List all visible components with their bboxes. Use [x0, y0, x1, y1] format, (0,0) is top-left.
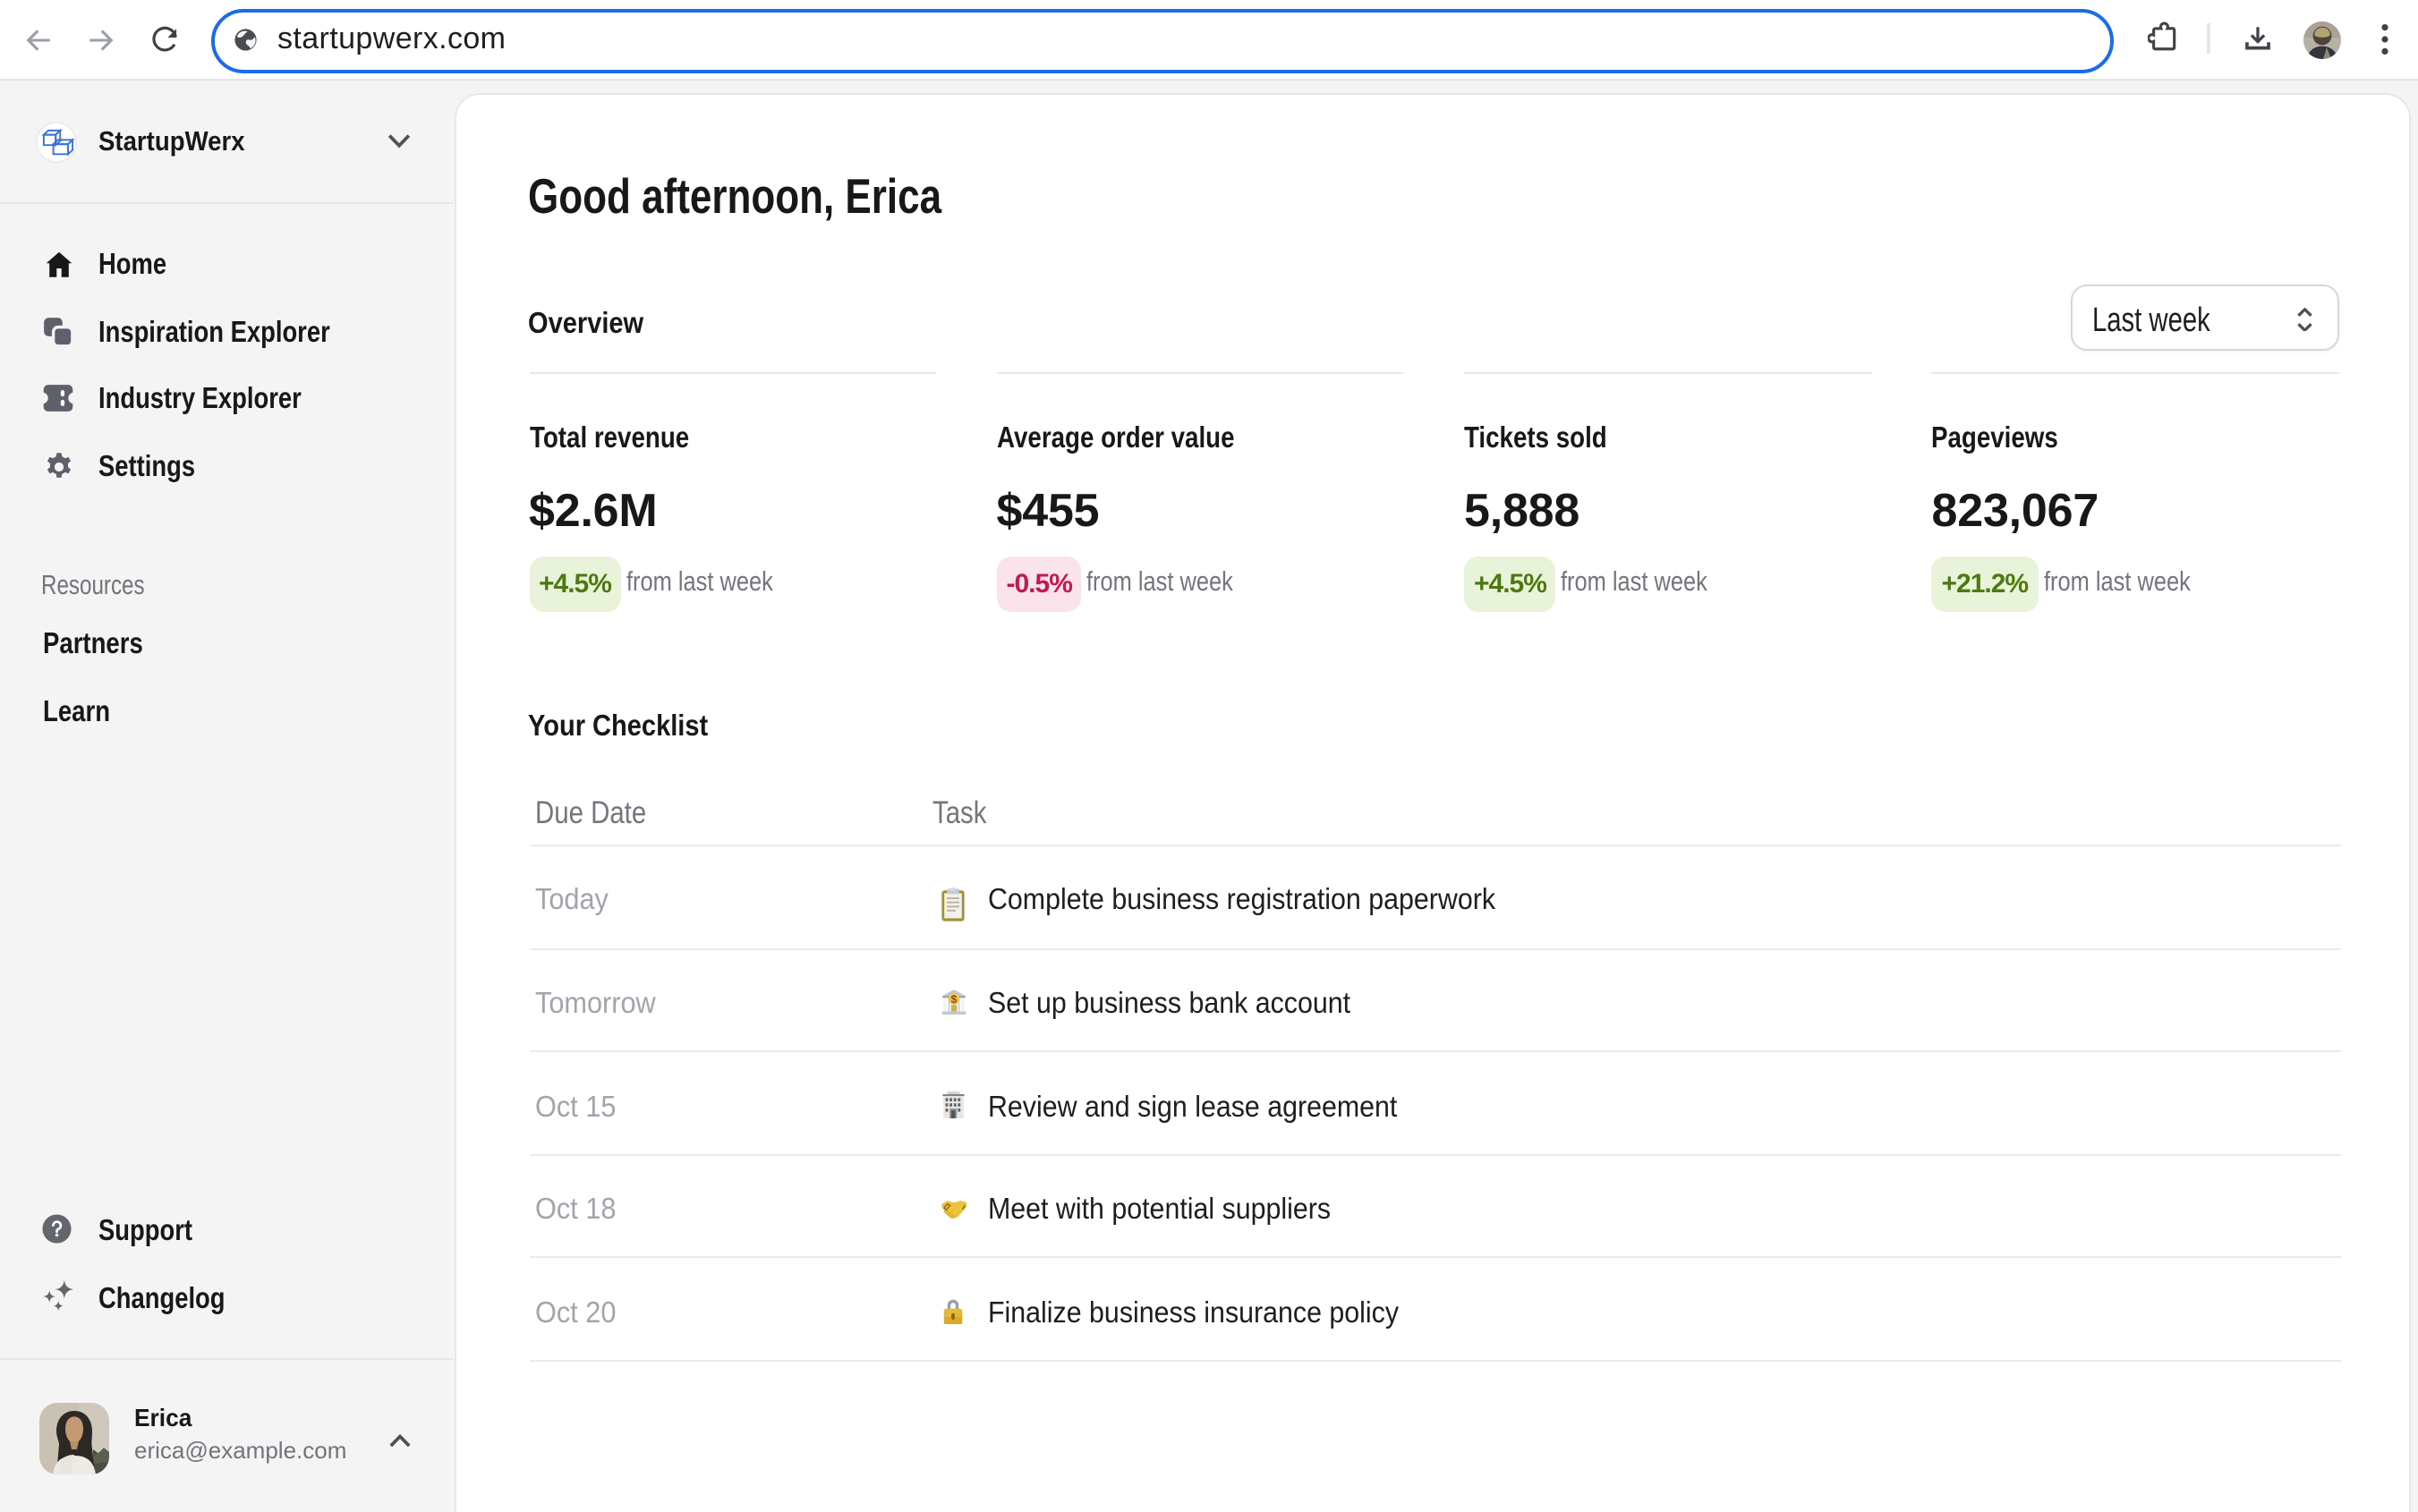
svg-text:$: $	[950, 993, 957, 1006]
